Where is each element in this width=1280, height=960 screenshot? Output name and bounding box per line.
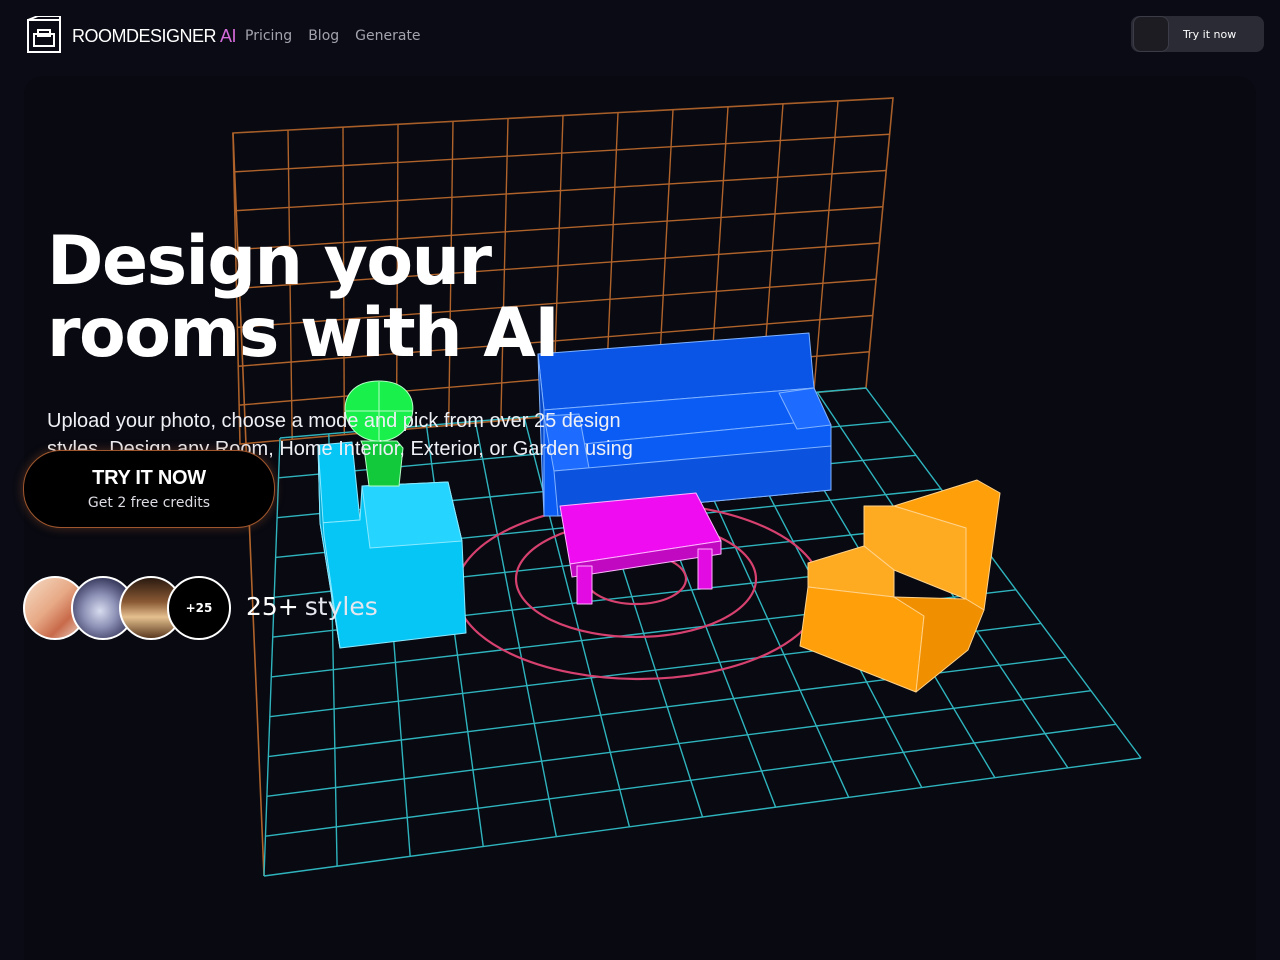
armchair-right — [799, 479, 1001, 693]
logo-text: ROOMDESIGNER AI — [72, 25, 237, 46]
logo-icon — [27, 16, 61, 53]
hero-title-line2: rooms with AI — [47, 294, 560, 373]
hero-title-line1: Design your — [47, 222, 492, 301]
coffee-table — [559, 492, 722, 605]
try-it-now-button[interactable]: TRY IT NOW Get 2 free credits — [23, 450, 275, 528]
top-navbar: ROOMDESIGNER AI Pricing Blog Generate Try… — [0, 0, 1280, 74]
nav-link-pricing[interactable]: Pricing — [245, 28, 292, 44]
hero-title: Design your rooms with AI — [47, 226, 667, 370]
app-badge-icon — [1133, 16, 1169, 52]
logo[interactable]: ROOMDESIGNER AI — [24, 16, 237, 56]
nav-links: Pricing Blog Generate — [245, 28, 421, 44]
styles-count: 25+ styles — [246, 592, 378, 621]
cta-sub-label: Get 2 free credits — [87, 495, 211, 511]
nav-link-generate[interactable]: Generate — [355, 28, 420, 44]
cta-label: TRY IT NOW — [92, 467, 206, 489]
nav-link-blog[interactable]: Blog — [308, 28, 339, 44]
more-styles-avatar[interactable]: +25 — [167, 576, 231, 640]
nav-cta-label: Try it now — [1183, 28, 1237, 41]
nav-try-it-now-button[interactable]: Try it now — [1131, 16, 1264, 52]
